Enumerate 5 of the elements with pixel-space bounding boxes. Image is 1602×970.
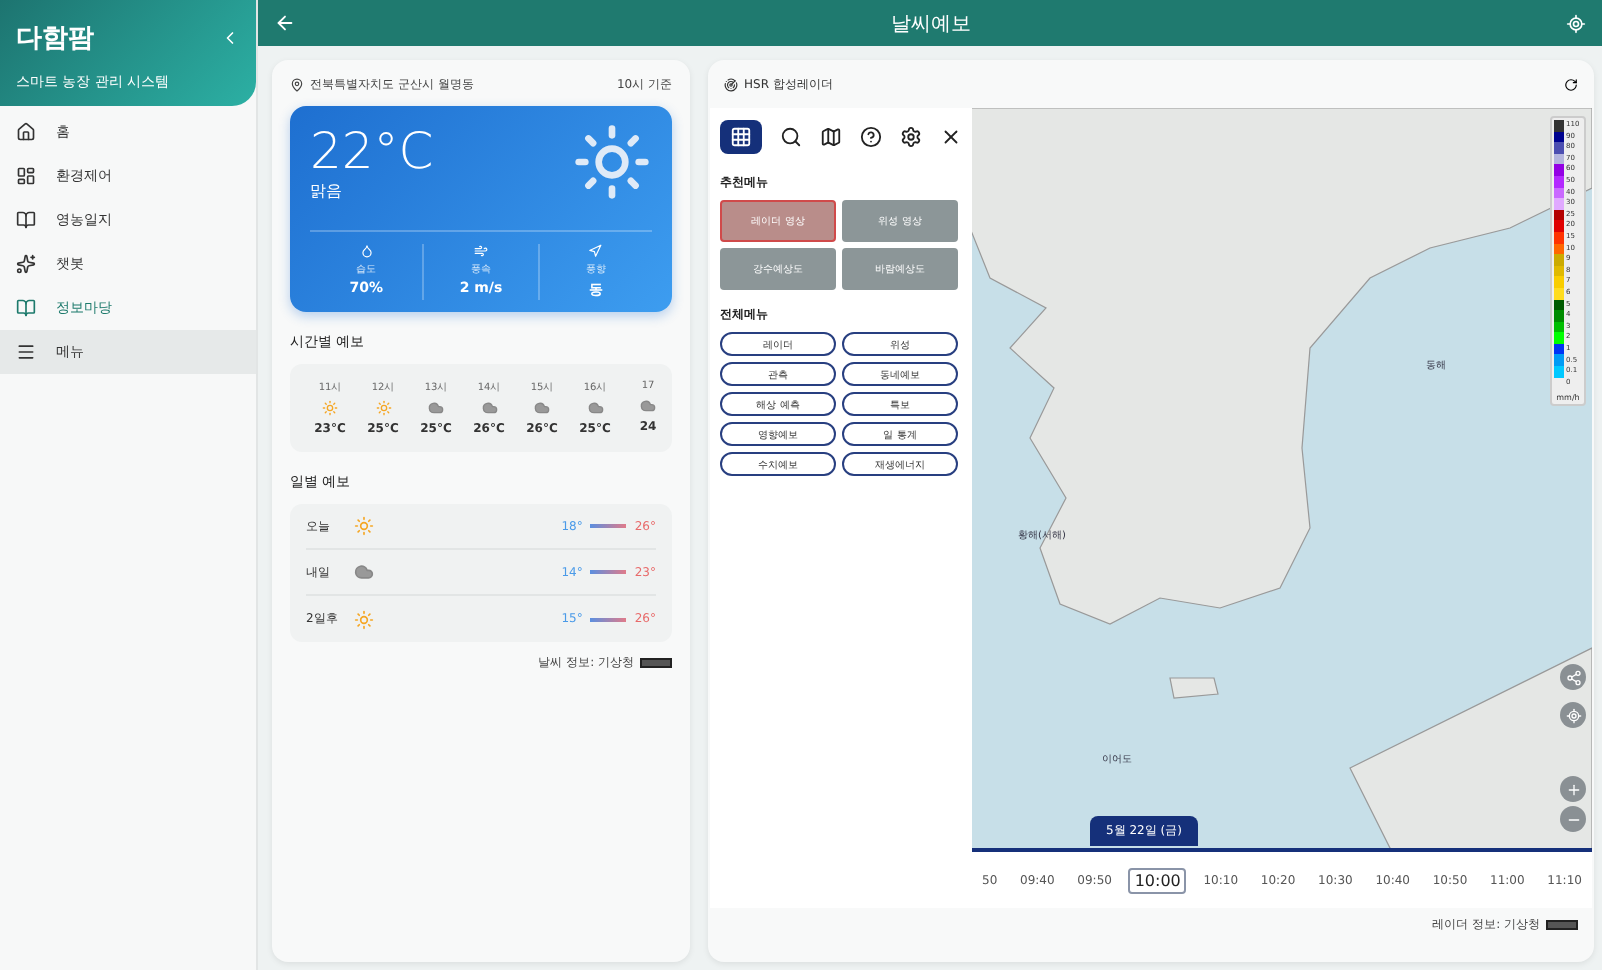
condition: 맑음: [310, 180, 344, 202]
page-title: 날씨예보: [891, 11, 971, 37]
temperature: 22°C: [310, 122, 434, 180]
brand-name: 다함팜: [16, 22, 94, 56]
time-tick[interactable]: 10:00: [1128, 867, 1187, 893]
